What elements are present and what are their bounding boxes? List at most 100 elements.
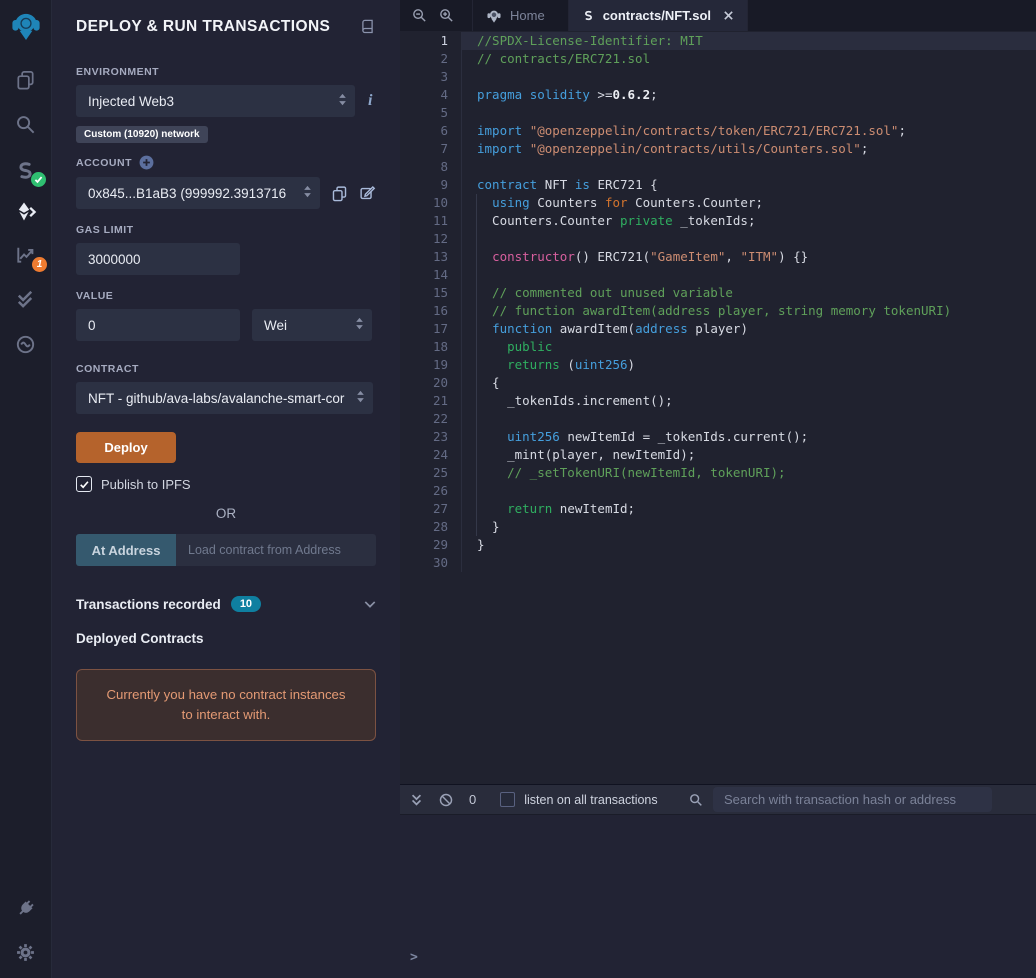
chevron-down-icon[interactable] bbox=[364, 600, 376, 609]
terminal-cli[interactable]: > bbox=[400, 815, 1036, 978]
value-unit-select[interactable]: Wei bbox=[252, 309, 372, 341]
code-line[interactable]: 25 // _setTokenURI(newItemId, tokenURI); bbox=[400, 464, 1036, 482]
account-select[interactable]: 0x845...B1aB3 (999992.3913716 bbox=[76, 177, 320, 209]
code-line[interactable]: 23 uint256 newItemId = _tokenIds.current… bbox=[400, 428, 1036, 446]
code-line[interactable]: 8 bbox=[400, 158, 1036, 176]
line-number: 21 bbox=[432, 393, 448, 408]
code-line[interactable]: 27 return newItemId; bbox=[400, 500, 1036, 518]
search-icon[interactable] bbox=[0, 105, 51, 143]
code-line[interactable]: 21 _tokenIds.increment(); bbox=[400, 392, 1036, 410]
sign-message-icon[interactable] bbox=[359, 185, 376, 202]
environment-select[interactable]: Injected Web3 bbox=[76, 85, 355, 117]
code-lines: 1//SPDX-License-Identifier: MIT 2// contr… bbox=[400, 32, 1036, 572]
code-line[interactable]: 14 bbox=[400, 266, 1036, 284]
tab-home[interactable]: Home bbox=[472, 0, 558, 31]
line-number: 16 bbox=[432, 303, 448, 318]
code-line[interactable]: 6 import "@openzeppelin/contracts/token/E… bbox=[400, 122, 1036, 140]
transactions-recorded-row[interactable]: Transactions recorded 10 bbox=[76, 596, 376, 612]
terminal-search-input[interactable] bbox=[713, 787, 992, 812]
line-number: 19 bbox=[432, 357, 448, 372]
zoom-in-icon[interactable] bbox=[433, 0, 460, 31]
code-line[interactable]: 9 contract NFT is ERC721 { bbox=[400, 176, 1036, 194]
select-caret-icon bbox=[355, 317, 364, 334]
deploy-button[interactable]: Deploy bbox=[76, 432, 176, 463]
solidity-compiler-icon[interactable] bbox=[0, 151, 51, 189]
code-line[interactable]: 26 bbox=[400, 482, 1036, 500]
debugger-icon[interactable] bbox=[0, 325, 51, 363]
analytics-notification-badge: 1 bbox=[32, 257, 47, 272]
code-line[interactable]: 1//SPDX-License-Identifier: MIT bbox=[400, 32, 1036, 50]
code-line[interactable]: 12 bbox=[400, 230, 1036, 248]
gas-limit-input[interactable] bbox=[76, 243, 240, 275]
line-number: 7 bbox=[440, 141, 448, 156]
app-logo-icon[interactable] bbox=[0, 8, 51, 44]
solidity-file-icon bbox=[584, 10, 592, 21]
line-number: 1 bbox=[440, 33, 448, 48]
account-label-row: ACCOUNT bbox=[76, 155, 376, 170]
line-number: 30 bbox=[432, 555, 448, 570]
line-number: 28 bbox=[432, 519, 448, 534]
publish-ipfs-checkbox[interactable] bbox=[76, 476, 92, 492]
tab-nft-sol[interactable]: contracts/NFT.sol bbox=[567, 0, 749, 31]
listen-transactions-label: listen on all transactions bbox=[524, 792, 658, 807]
contract-select[interactable]: NFT - github/ava-labs/avalanche-smart-co… bbox=[76, 382, 373, 414]
code-line[interactable]: 2// contracts/ERC721.sol bbox=[400, 50, 1036, 68]
network-badge: Custom (10920) network bbox=[76, 126, 208, 143]
code-editor[interactable]: 1//SPDX-License-Identifier: MIT 2// contr… bbox=[400, 31, 1036, 784]
zoom-out-icon[interactable] bbox=[406, 0, 433, 31]
line-number: 3 bbox=[440, 69, 448, 84]
line-number: 23 bbox=[432, 429, 448, 444]
code-line[interactable]: 15 // commented out unused variable bbox=[400, 284, 1036, 302]
analytics-icon[interactable]: 1 bbox=[0, 235, 51, 273]
collapse-terminal-icon[interactable] bbox=[410, 793, 423, 807]
deployed-contracts-label: Deployed Contracts bbox=[76, 631, 204, 646]
terminal: 0 listen on all transactions > bbox=[400, 784, 1036, 978]
code-line[interactable]: 5 bbox=[400, 104, 1036, 122]
code-line[interactable]: 16 // function awardItem(address player,… bbox=[400, 302, 1036, 320]
listen-transactions-checkbox[interactable] bbox=[500, 792, 516, 807]
code-line[interactable]: 4 pragma solidity >=0.6.2; bbox=[400, 86, 1036, 104]
copy-account-icon[interactable] bbox=[331, 185, 348, 202]
plugin-manager-icon[interactable] bbox=[0, 889, 51, 927]
account-label: ACCOUNT bbox=[76, 156, 132, 169]
documentation-icon[interactable] bbox=[359, 19, 376, 36]
line-number: 5 bbox=[440, 105, 448, 120]
at-address-input[interactable] bbox=[176, 534, 376, 566]
line-number: 17 bbox=[432, 321, 448, 336]
deploy-run-icon-active[interactable] bbox=[0, 193, 51, 231]
line-number: 29 bbox=[432, 537, 448, 552]
code-line[interactable]: 10 using Counters for Counters.Counter; bbox=[400, 194, 1036, 212]
settings-gear-icon[interactable] bbox=[0, 933, 51, 971]
code-line[interactable]: 30 bbox=[400, 554, 1036, 572]
line-number: 9 bbox=[440, 177, 448, 192]
publish-ipfs-label: Publish to IPFS bbox=[101, 476, 191, 492]
clear-console-icon[interactable] bbox=[438, 792, 454, 808]
code-line[interactable]: 7 import "@openzeppelin/contracts/utils/C… bbox=[400, 140, 1036, 158]
code-line[interactable]: 18 public bbox=[400, 338, 1036, 356]
code-line[interactable]: 20 { bbox=[400, 374, 1036, 392]
transactions-count-badge: 10 bbox=[230, 596, 262, 612]
close-tab-icon[interactable] bbox=[723, 10, 734, 21]
add-account-icon[interactable] bbox=[139, 155, 154, 170]
value-input[interactable] bbox=[76, 309, 240, 341]
line-number: 6 bbox=[440, 123, 448, 138]
remix-ide-app: 1 DEPLOY & RUN TRANSACTIONS ENVIRONMENT … bbox=[0, 0, 1036, 978]
select-caret-icon bbox=[356, 390, 365, 407]
line-number: 8 bbox=[440, 159, 448, 174]
unit-testing-icon[interactable] bbox=[0, 279, 51, 317]
environment-info-icon[interactable]: i bbox=[368, 92, 372, 110]
file-explorer-icon[interactable] bbox=[0, 61, 51, 99]
code-line[interactable]: 3 bbox=[400, 68, 1036, 86]
code-line[interactable]: 17 function awardItem(address player) bbox=[400, 320, 1036, 338]
code-line[interactable]: 24 _mint(player, newItemId); bbox=[400, 446, 1036, 464]
select-caret-icon bbox=[338, 93, 347, 110]
code-line[interactable]: 19 returns (uint256) bbox=[400, 356, 1036, 374]
code-line[interactable]: 22 bbox=[400, 410, 1036, 428]
code-line[interactable]: 29} bbox=[400, 536, 1036, 554]
code-line[interactable]: 11 Counters.Counter private _tokenIds; bbox=[400, 212, 1036, 230]
code-line[interactable]: 28 } bbox=[400, 518, 1036, 536]
code-line[interactable]: 13 constructor() ERC721("GameItem", "ITM… bbox=[400, 248, 1036, 266]
no-instances-alert: Currently you have no contract instances… bbox=[76, 669, 376, 741]
line-number: 25 bbox=[432, 465, 448, 480]
at-address-button[interactable]: At Address bbox=[76, 534, 176, 566]
